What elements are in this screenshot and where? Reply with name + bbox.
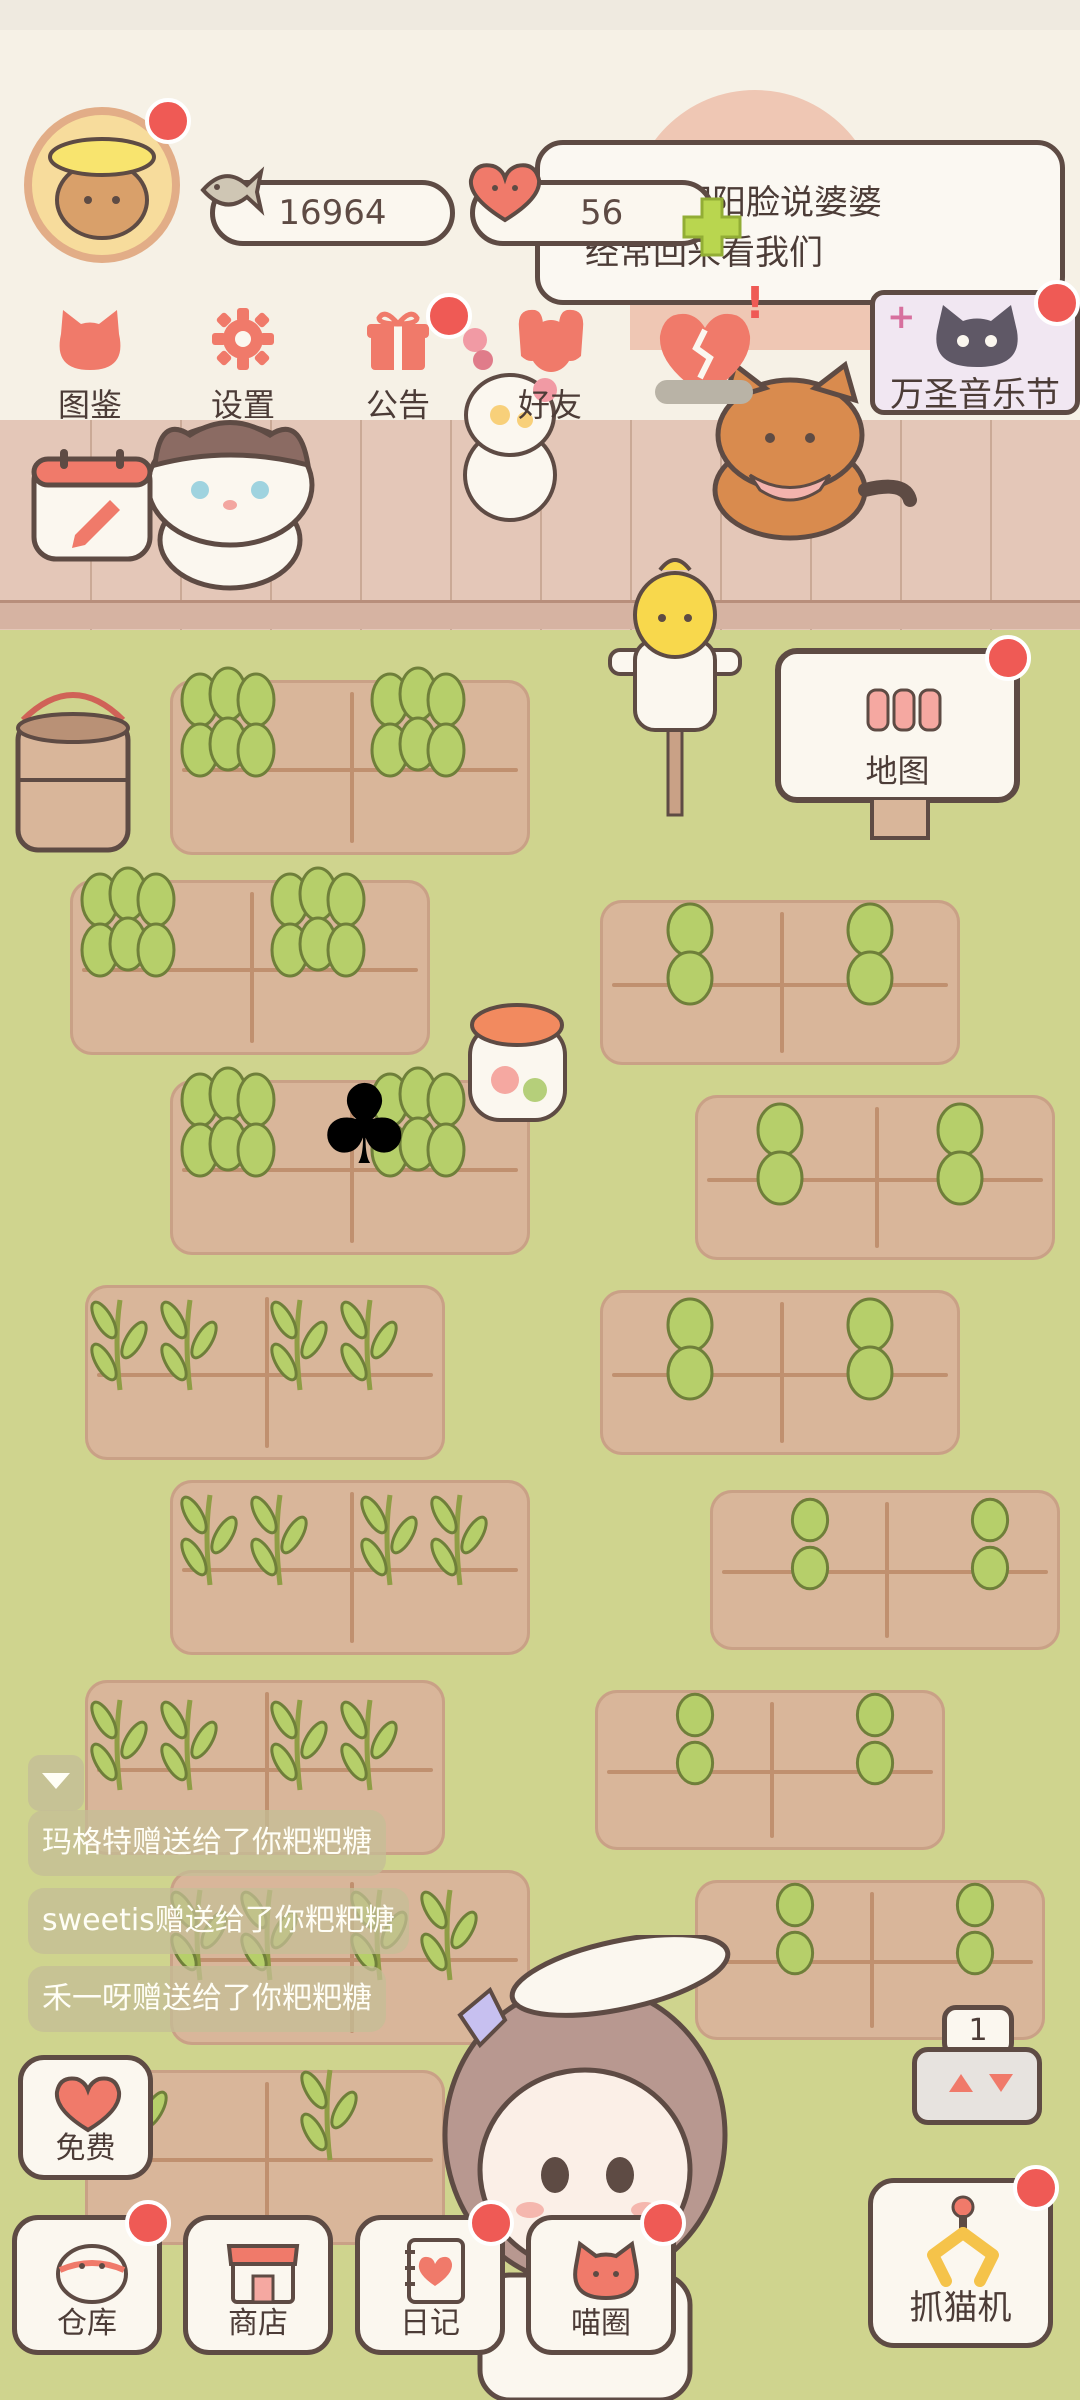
- stalk-crop: [300, 2069, 358, 2161]
- storage-icon: [56, 2244, 128, 2304]
- top-menu-settings[interactable]: 设置: [188, 300, 298, 430]
- top-menu-collection[interactable]: 图鉴: [35, 300, 145, 430]
- free-label: 免费: [55, 2131, 116, 2166]
- heart-icon: [468, 163, 542, 223]
- event-notification-badge: [1034, 280, 1080, 326]
- shop-icon: [226, 2244, 300, 2304]
- black-cat-icon: [936, 305, 1018, 367]
- cat-head-icon: [59, 310, 121, 370]
- stalk-crop: [160, 1299, 218, 1391]
- fish-count: 16964: [278, 193, 387, 233]
- stalk-crop: [180, 1494, 238, 1586]
- sprout-crop: [756, 1102, 804, 1206]
- sprout-crop: [775, 1882, 815, 1976]
- claw-machine-notification-badge: [1013, 2165, 1059, 2211]
- bottom-menu-shop[interactable]: 商店: [183, 2215, 333, 2355]
- stalk-crop: [270, 1699, 328, 1791]
- elevator-widget[interactable]: 1: [912, 2005, 1042, 2125]
- sprout-crop: [675, 1692, 715, 1786]
- bottom-menu-label: 商店: [228, 2306, 288, 2341]
- sprout-crop: [846, 1297, 894, 1401]
- stalk-crop: [430, 1494, 488, 1586]
- storage-notification-badge: [125, 2200, 171, 2246]
- bottom-menu-label: 日记: [400, 2306, 460, 2341]
- elevator-floor-number: 1: [968, 2013, 988, 2048]
- elevator-door: [912, 2047, 1042, 2125]
- avatar-notification-badge: [145, 98, 191, 144]
- exclamation-icon: !: [745, 278, 766, 329]
- water-bucket[interactable]: [8, 680, 138, 860]
- sprout-crop: [846, 902, 894, 1006]
- event-banner-label: 万圣音乐节: [890, 375, 1060, 415]
- stalk-crop: [340, 1299, 398, 1391]
- leafy-crop: [270, 866, 366, 978]
- leafy-crop: [180, 666, 276, 778]
- top-menu-friends[interactable]: 好友: [495, 300, 605, 430]
- heart-count: 56: [580, 193, 624, 233]
- sprout-crop: [666, 1297, 714, 1401]
- free-button[interactable]: 免费: [18, 2055, 153, 2180]
- friends-icon: [518, 309, 584, 372]
- chat-message: 禾一呀赠送给了你粑粑糖: [28, 1966, 386, 2032]
- broken-heart-progress: [655, 380, 753, 404]
- diary-notification-badge: [468, 2200, 514, 2246]
- chat-message: 玛格特赠送给了你粑粑糖: [28, 1810, 386, 1876]
- elevator-down-arrow-icon: [989, 2074, 1013, 2092]
- candy-jar[interactable]: [450, 995, 580, 1130]
- stalk-crop: [270, 1299, 328, 1391]
- bottom-menu-label: 喵圈: [571, 2306, 631, 2341]
- top-menu-label: 公告: [365, 386, 430, 424]
- stalk-crop: [360, 1494, 418, 1586]
- top-menu-label: 设置: [210, 386, 275, 424]
- bottom-menu-label: 仓库: [57, 2306, 117, 2341]
- scarecrow[interactable]: [590, 550, 760, 820]
- stalk-crop: [250, 1494, 308, 1586]
- calendar-edit-icon[interactable]: [30, 445, 155, 565]
- gift-icon: [367, 311, 429, 370]
- cat-circle-icon: [573, 2240, 639, 2301]
- leafy-crop: [80, 866, 176, 978]
- leafy-crop: [370, 666, 466, 778]
- map-notification-badge: [985, 635, 1031, 681]
- stalk-crop: [160, 1699, 218, 1791]
- map-label: 地图: [865, 752, 930, 790]
- stalk-crop: [340, 1699, 398, 1791]
- sprout-crop: [855, 1692, 895, 1786]
- sprout-crop: [936, 1102, 984, 1206]
- claw-machine-label: 抓猫机: [909, 2288, 1012, 2328]
- cat-circle-notification-badge: [640, 2200, 686, 2246]
- announcement-notification-badge: [426, 293, 472, 339]
- chat-toggle-icon[interactable]: [28, 1755, 84, 1811]
- leafy-crop: [180, 1066, 276, 1178]
- sprout-crop: [790, 1497, 830, 1591]
- sprout-crop: [970, 1497, 1010, 1591]
- stalk-crop: [90, 1299, 148, 1391]
- add-heart-icon[interactable]: [680, 195, 744, 259]
- map-sign[interactable]: 地图: [775, 648, 1020, 803]
- top-menu-label: 好友: [517, 386, 582, 424]
- fish-icon: [200, 166, 265, 216]
- map-sign-post: [870, 800, 930, 840]
- sprout-crop: [955, 1882, 995, 1976]
- map-icon: [866, 688, 942, 732]
- chat-message: sweetis赠送给了你粑粑糖: [28, 1888, 409, 1954]
- diary-icon: [405, 2238, 465, 2304]
- stalk-crop: [90, 1699, 148, 1791]
- elevator-up-arrow-icon: [949, 2074, 973, 2092]
- clover-icon[interactable]: ♣: [315, 1070, 414, 1180]
- plus-sparkle-icon: +: [887, 297, 916, 337]
- top-menu-label: 图鉴: [57, 386, 122, 424]
- claw-icon: [927, 2195, 999, 2287]
- cat-white-brown[interactable]: [130, 405, 330, 595]
- gear-icon: [212, 308, 274, 370]
- sprout-crop: [666, 902, 714, 1006]
